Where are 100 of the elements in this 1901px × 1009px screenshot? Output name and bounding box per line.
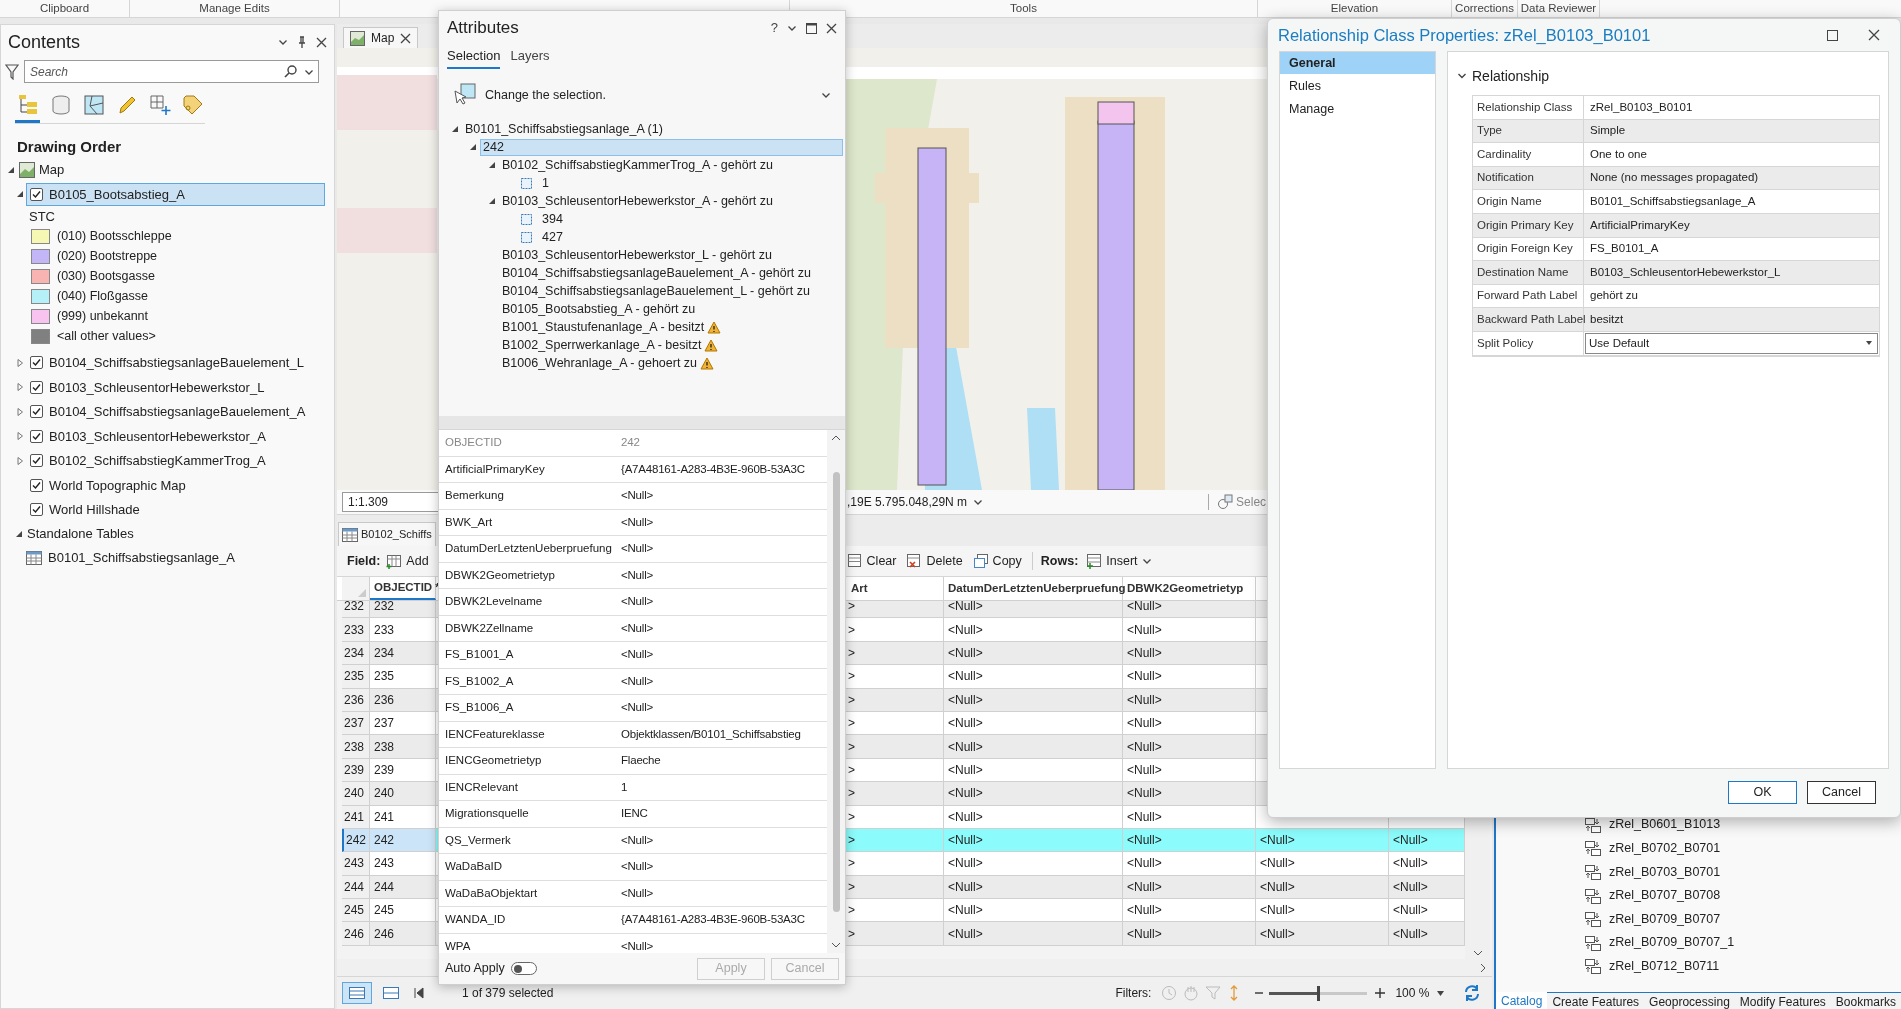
- row-number[interactable]: 244: [342, 875, 370, 900]
- dropdown-icon[interactable]: [278, 37, 288, 47]
- layer-item[interactable]: B0103_SchleusentorHebewerkstor_L: [26, 375, 325, 399]
- collapsed-arrow-icon[interactable]: [16, 383, 24, 392]
- checkbox[interactable]: [30, 405, 43, 419]
- checkbox[interactable]: [30, 454, 43, 468]
- tree-item[interactable]: B1006_Wehranlage_A - gehoert zu: [499, 354, 701, 372]
- collapsed-arrow-icon[interactable]: [16, 456, 24, 465]
- dropdown-icon[interactable]: [1141, 556, 1152, 566]
- layer-item[interactable]: B0103_SchleusentorHebewerkstor_A: [26, 424, 325, 448]
- field-value[interactable]: {A7A48161-A283-4B3E-960B-53A3C: [621, 460, 805, 478]
- checkbox[interactable]: [30, 503, 43, 517]
- row-number[interactable]: 233: [342, 618, 370, 642]
- field-value[interactable]: <Null>: [621, 593, 654, 611]
- row-number[interactable]: 234: [342, 641, 370, 666]
- expanded-arrow-icon[interactable]: [451, 125, 459, 133]
- tree-item[interactable]: 242: [480, 138, 843, 156]
- dialog-button[interactable]: OK: [1728, 780, 1797, 804]
- expanded-arrow-icon[interactable]: [16, 190, 24, 199]
- column-header[interactable]: DatumDerLetztenUeberpruefung: [944, 577, 1123, 600]
- catalog-item[interactable]: zRel_B0709_B0707_1: [1609, 933, 1735, 953]
- row-number[interactable]: 239: [342, 758, 370, 783]
- field-value[interactable]: Objektklassen/B0101_Schiffsabstieg: [621, 725, 801, 743]
- row-number[interactable]: 245: [342, 899, 370, 923]
- refresh-icon[interactable]: [1463, 984, 1482, 1002]
- expanded-arrow-icon[interactable]: [15, 530, 23, 538]
- row-number[interactable]: 232: [342, 601, 370, 619]
- help-button[interactable]: ?: [770, 18, 778, 38]
- tree-item[interactable]: B0101_Schiffsabstiegsanlage_A (1): [462, 120, 666, 138]
- pane-tab[interactable]: Layers: [510, 45, 550, 69]
- field-value[interactable]: <Null>: [621, 619, 654, 637]
- expanded-arrow-icon[interactable]: [469, 143, 477, 151]
- filter-icon[interactable]: [5, 63, 19, 80]
- toolbar-button[interactable]: Clear: [846, 551, 897, 571]
- slider-thumb[interactable]: [1317, 985, 1321, 1001]
- checkbox[interactable]: [30, 380, 43, 394]
- field-value[interactable]: <Null>: [621, 858, 654, 876]
- layer-item[interactable]: World Hillshade: [26, 498, 325, 522]
- field-value[interactable]: <Null>: [621, 699, 654, 717]
- field-value[interactable]: Flaeche: [621, 752, 661, 770]
- collapsed-arrow-icon[interactable]: [16, 407, 24, 416]
- panel-tab[interactable]: Catalog: [1496, 992, 1548, 1009]
- tree-item[interactable]: B0101_Schiffsabstiegsanlage_A: [48, 548, 235, 568]
- tree-item[interactable]: B1002_Sperrwerkanlage_A - besitzt: [499, 336, 705, 354]
- dropdown-icon[interactable]: [787, 23, 797, 33]
- column-header[interactable]: Art: [847, 577, 944, 600]
- tree-item[interactable]: Standalone Tables: [27, 524, 134, 544]
- close-icon[interactable]: [400, 32, 412, 44]
- table-tab[interactable]: B0102_Schiffs: [338, 522, 436, 546]
- expanded-arrow-icon[interactable]: [488, 161, 496, 169]
- maximize-icon[interactable]: [806, 22, 817, 34]
- field-value[interactable]: IENC: [621, 805, 648, 823]
- field-value[interactable]: <Null>: [621, 540, 654, 558]
- tree-item[interactable]: B0105_Bootsabstieg_A - gehört zu: [499, 300, 699, 318]
- toolbar-button[interactable]: Copy: [972, 551, 1022, 571]
- checkbox[interactable]: [30, 356, 43, 370]
- scroll-down-icon[interactable]: [831, 941, 841, 949]
- dialog-button[interactable]: Cancel: [1807, 780, 1876, 804]
- toggle-switch[interactable]: [510, 962, 537, 975]
- row-number[interactable]: 237: [342, 711, 370, 736]
- map-tab[interactable]: Map: [343, 27, 419, 48]
- nav-item[interactable]: General: [1280, 52, 1435, 74]
- collapsed-arrow-icon[interactable]: [16, 358, 24, 367]
- field-value[interactable]: 1: [621, 778, 628, 796]
- field-value[interactable]: <Null>: [621, 646, 654, 664]
- layer-item[interactable]: B0105_Bootsabstieg_A: [26, 182, 325, 206]
- panel-tab[interactable]: Modify Features: [1734, 992, 1831, 1009]
- tree-item[interactable]: B0103_SchleusentorHebewerkstor_A - gehört zu: [499, 192, 776, 210]
- table-view-button[interactable]: [342, 982, 372, 1004]
- expanded-arrow-icon[interactable]: [488, 197, 496, 205]
- catalog-item[interactable]: zRel_B0712_B0711: [1609, 957, 1720, 976]
- nav-item[interactable]: Rules: [1280, 75, 1435, 97]
- split-policy-dropdown[interactable]: Use Default: [1585, 332, 1878, 354]
- field-value[interactable]: <Null>: [621, 831, 654, 849]
- row-number[interactable]: 242: [342, 828, 370, 853]
- scroll-up-icon[interactable]: [831, 434, 841, 442]
- zoom-slider[interactable]: [1269, 985, 1368, 1001]
- catalog-item[interactable]: zRel_B0709_B0707: [1609, 909, 1721, 929]
- pane-tab[interactable]: Selection: [447, 45, 501, 69]
- add-button[interactable]: Add: [386, 551, 429, 571]
- layer-item[interactable]: B0104_SchiffsabstiegsanlageBauelement_A: [26, 400, 325, 424]
- catalog-item[interactable]: zRel_B0601_B1013: [1609, 815, 1721, 835]
- panel-tab[interactable]: Bookmarks: [1830, 992, 1901, 1009]
- nav-item[interactable]: Manage: [1280, 98, 1435, 120]
- tree-item[interactable]: B0104_SchiffsabstiegsanlageBauelement_A - gehört zu: [499, 264, 814, 282]
- zoom-out-icon[interactable]: [1255, 989, 1264, 997]
- first-record-icon[interactable]: [414, 987, 424, 999]
- scrollbar[interactable]: [827, 430, 845, 953]
- row-number[interactable]: 235: [342, 665, 370, 689]
- close-icon[interactable]: [316, 36, 327, 48]
- catalog-item[interactable]: zRel_B0703_B0701: [1609, 862, 1721, 882]
- dropdown-icon[interactable]: [1437, 990, 1445, 996]
- chevron-down-icon[interactable]: [1457, 71, 1467, 81]
- row-number[interactable]: 240: [342, 782, 370, 806]
- row-number[interactable]: 241: [342, 805, 370, 829]
- close-icon[interactable]: [1868, 29, 1880, 41]
- search-field[interactable]: Search: [24, 60, 319, 83]
- layer-item[interactable]: B0104_SchiffsabstiegsanlageBauelement_L: [26, 351, 325, 375]
- field-value[interactable]: {A7A48161-A283-4B3E-960B-53A3C: [621, 911, 805, 929]
- zoom-in-icon[interactable]: [1375, 988, 1386, 998]
